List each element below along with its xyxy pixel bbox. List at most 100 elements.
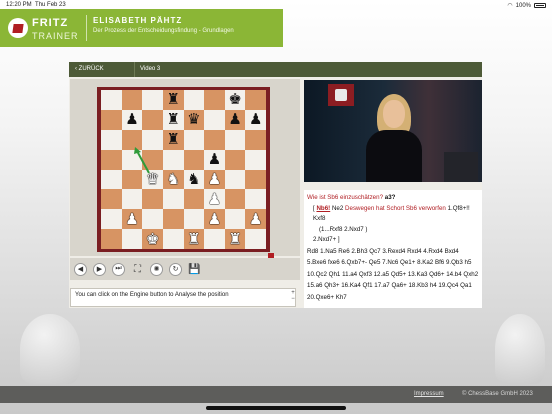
board-square[interactable]: ♟ <box>204 189 225 210</box>
notation-line[interactable]: 2.Nxd7+ ] <box>307 235 479 246</box>
last-move-button[interactable]: ⏭ <box>112 262 125 276</box>
board-square[interactable] <box>142 90 163 110</box>
board-square[interactable]: ♟ <box>204 169 225 190</box>
video-title: Video 3 <box>140 66 161 72</box>
board-square[interactable]: ♚ <box>142 229 163 249</box>
board-square[interactable] <box>204 229 225 249</box>
black-rook-icon[interactable]: ♜ <box>166 112 179 127</box>
board-square[interactable]: ♜ <box>162 90 184 110</box>
board-square[interactable]: ♟ <box>224 109 246 130</box>
notation-move-selected[interactable]: Nb6! <box>316 205 330 212</box>
white-pawn-icon[interactable]: ♟ <box>208 172 221 187</box>
board-square[interactable] <box>162 189 184 210</box>
board-square[interactable]: ♟ <box>204 209 225 230</box>
board-square[interactable] <box>183 189 205 210</box>
back-button[interactable]: ‹ ZURÜCK <box>75 66 104 72</box>
board-square[interactable]: ♟ <box>245 209 266 230</box>
previous-move-button[interactable]: ◀ <box>74 262 87 276</box>
white-pawn-icon[interactable]: ♟ <box>125 212 138 227</box>
board-square[interactable] <box>204 109 225 130</box>
board-square[interactable] <box>101 149 122 170</box>
board-square[interactable] <box>245 149 266 170</box>
board-square[interactable] <box>101 189 122 210</box>
black-rook-icon[interactable]: ♜ <box>166 132 179 147</box>
black-knight-icon[interactable]: ♞ <box>187 172 200 187</box>
board-square[interactable]: ♟ <box>204 149 225 170</box>
next-move-button[interactable]: ▶ <box>93 262 106 276</box>
notation-main-line[interactable]: Rd8 1.Na5 Re6 2.Bh3 Qc7 3.Rexd4 Rxd4 4.R… <box>307 246 479 304</box>
board-square[interactable] <box>224 189 246 210</box>
board-square[interactable] <box>183 90 205 110</box>
fullscreen-button[interactable]: ⛶ <box>131 263 144 276</box>
board-square[interactable] <box>183 209 205 230</box>
white-pawn-icon[interactable]: ♟ <box>208 212 221 227</box>
board-square[interactable] <box>245 129 266 150</box>
board-square[interactable] <box>245 169 266 190</box>
notation-question-move[interactable]: a3? <box>385 194 396 201</box>
white-knight-icon[interactable]: ♞ <box>166 172 179 187</box>
board-square[interactable] <box>101 209 122 230</box>
board-square[interactable] <box>224 149 246 170</box>
flip-board-button[interactable]: ↻ <box>169 262 182 276</box>
board-square[interactable] <box>162 149 184 170</box>
board-square[interactable] <box>101 229 122 249</box>
black-queen-icon[interactable]: ♛ <box>187 112 200 127</box>
notation-line[interactable]: (1...Rxf8 2.Nxd7 ) <box>307 225 479 236</box>
black-pawn-icon[interactable]: ♟ <box>208 152 221 167</box>
board-square[interactable]: ♜ <box>224 229 246 249</box>
board-square[interactable]: ♟ <box>245 109 266 130</box>
board-square[interactable]: ♛ <box>183 109 205 130</box>
engine-button[interactable]: ✺ <box>150 262 163 276</box>
board-square[interactable]: ♞ <box>162 169 184 190</box>
board-square[interactable] <box>101 169 122 190</box>
board-square[interactable] <box>204 129 225 150</box>
video-player[interactable] <box>304 80 482 182</box>
board-square[interactable]: ♜ <box>162 129 184 150</box>
board-square[interactable] <box>224 169 246 190</box>
black-rook-icon[interactable]: ♜ <box>166 92 179 107</box>
imprint-link[interactable]: Impressum <box>414 391 444 397</box>
notation-pane[interactable]: Wie ist Sb6 einzuschätzen? a3? [ Nb6! Ne… <box>304 190 482 308</box>
board-square[interactable] <box>142 109 163 130</box>
board-square[interactable] <box>101 109 122 130</box>
black-pawn-icon[interactable]: ♟ <box>125 112 138 127</box>
black-king-icon[interactable]: ♚ <box>228 92 241 107</box>
black-pawn-icon[interactable]: ♟ <box>249 112 262 127</box>
board-square[interactable] <box>101 129 122 150</box>
board-square[interactable]: ♟ <box>121 209 143 230</box>
board-square[interactable]: ♜ <box>183 229 205 249</box>
notation-question: Wie ist Sb6 einzuschätzen? <box>307 194 384 201</box>
board-square[interactable] <box>245 90 266 110</box>
chessboard[interactable]: ♜ ♚ ♟ ♜ ♛ ♟ ♟ ♜ ♟ ♛ ♞ ♞ ♟ ♟ ♟ ♟ ♟ ♚ ♜ ♜ <box>101 90 266 249</box>
board-square[interactable] <box>101 90 122 110</box>
board-square[interactable] <box>245 229 266 249</box>
scroll-down-icon[interactable]: − <box>291 296 295 302</box>
white-pawn-icon[interactable]: ♟ <box>208 192 221 207</box>
video-lesson-panel: ‹ ZURÜCK Video 3 ♜ ♚ ♟ ♜ ♛ ♟ ♟ ♜ ♟ ♛ ♞ ♞ ♟ ♟ ♟ ♟ ♟ ♚ ♜ ♜ ◀ … <box>69 62 482 308</box>
board-square[interactable] <box>121 90 143 110</box>
board-square[interactable] <box>224 209 246 230</box>
board-square[interactable]: ♜ <box>162 109 184 130</box>
white-rook-icon[interactable]: ♜ <box>228 232 241 247</box>
board-square[interactable] <box>224 129 246 150</box>
board-square[interactable] <box>121 229 143 249</box>
white-rook-icon[interactable]: ♜ <box>187 232 200 247</box>
white-king-icon[interactable]: ♚ <box>146 232 159 247</box>
board-square[interactable] <box>183 149 205 170</box>
board-square[interactable] <box>245 189 266 210</box>
notation-line[interactable]: Kxf8 <box>307 214 479 225</box>
board-square[interactable] <box>204 90 225 110</box>
board-square[interactable] <box>162 229 184 249</box>
white-pawn-icon[interactable]: ♟ <box>249 212 262 227</box>
board-square[interactable] <box>142 189 163 210</box>
board-square[interactable]: ♞ <box>183 169 205 190</box>
save-button[interactable]: 💾 <box>188 263 201 276</box>
board-square[interactable] <box>183 129 205 150</box>
black-pawn-icon[interactable]: ♟ <box>228 112 241 127</box>
board-square[interactable]: ♚ <box>224 90 246 110</box>
board-square[interactable] <box>162 209 184 230</box>
board-square[interactable] <box>121 189 143 210</box>
board-square[interactable]: ♟ <box>121 109 143 130</box>
home-indicator[interactable] <box>206 406 346 410</box>
board-square[interactable] <box>142 209 163 230</box>
